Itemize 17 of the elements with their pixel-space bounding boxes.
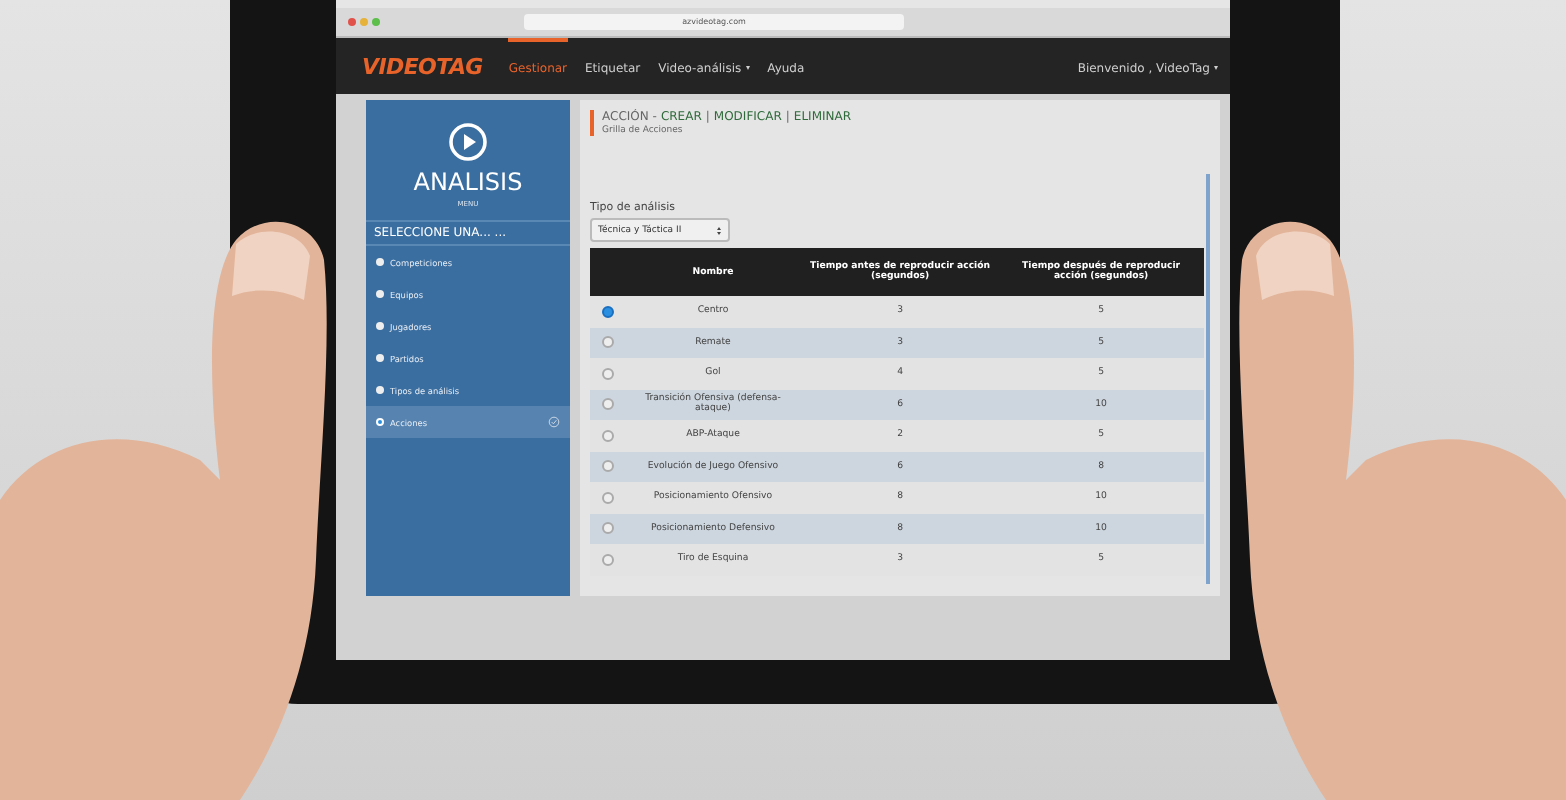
- row-radio[interactable]: [601, 305, 613, 318]
- scrollbar[interactable]: [1206, 174, 1210, 584]
- window-controls-icon[interactable]: [348, 18, 380, 26]
- row-radio[interactable]: [601, 429, 613, 442]
- row-radio[interactable]: [601, 398, 613, 411]
- row-radio[interactable]: [601, 460, 613, 473]
- logo[interactable]: VIDEOTAG: [362, 53, 483, 79]
- play-icon: [448, 122, 488, 162]
- caret-icon: [1214, 66, 1218, 70]
- row-radio[interactable]: [601, 336, 613, 349]
- updown-icon: [716, 225, 722, 235]
- sidebar-title: ANALISIS: [411, 168, 525, 196]
- row-radio[interactable]: [601, 522, 613, 535]
- row-radio[interactable]: [601, 367, 613, 380]
- row-radio[interactable]: [601, 553, 613, 566]
- row-radio[interactable]: [601, 491, 613, 504]
- check-icon: [548, 416, 560, 428]
